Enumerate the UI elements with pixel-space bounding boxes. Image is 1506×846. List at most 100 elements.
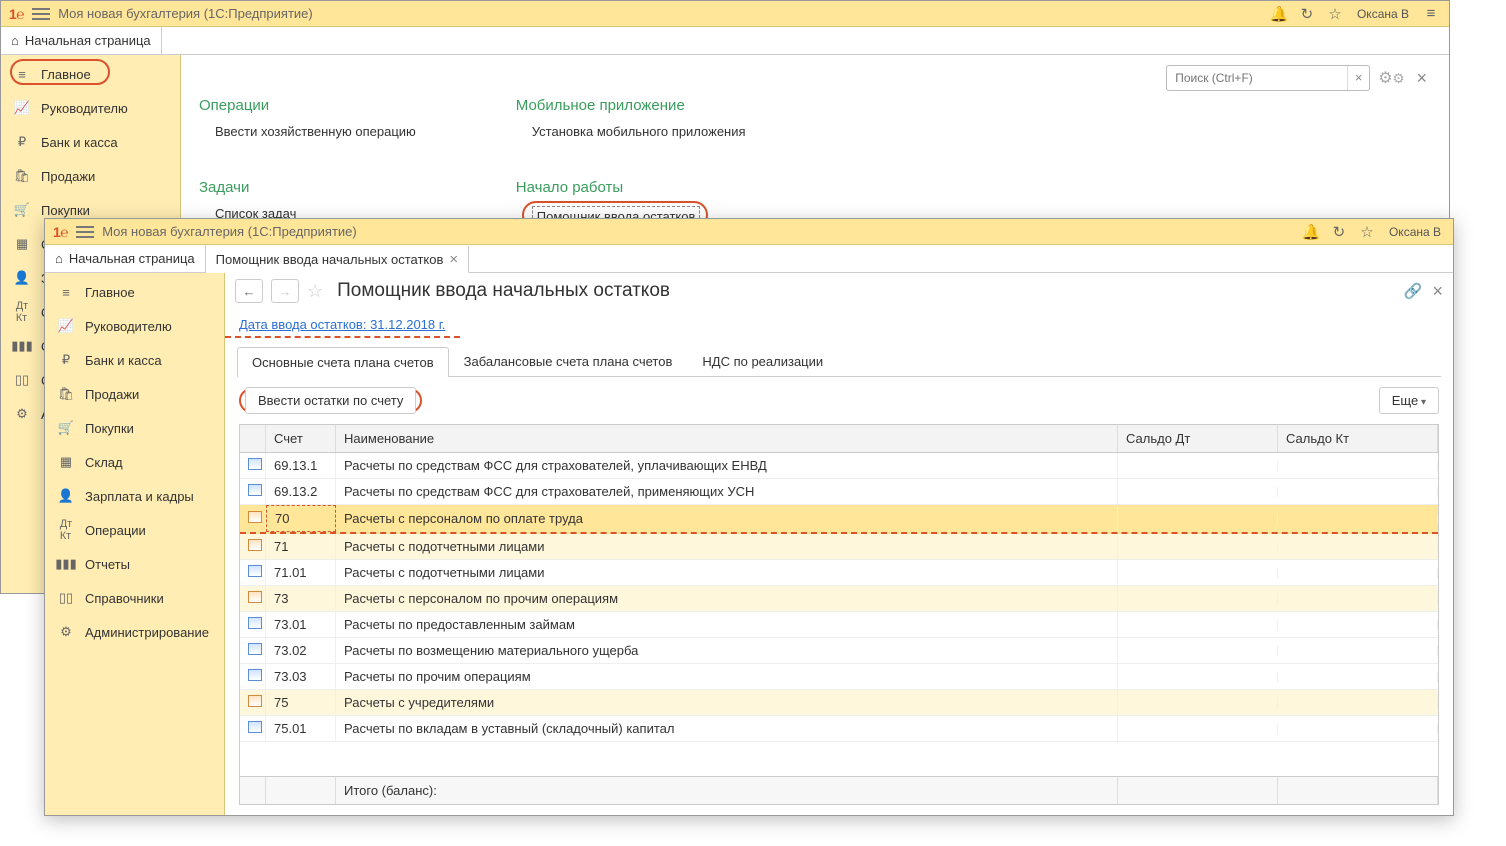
highlight-ring: Ввести остатки по счету	[239, 388, 422, 413]
link-mobile-install[interactable]: Установка мобильного приложения	[516, 124, 746, 139]
table-row[interactable]: 71Расчеты с подотчетными лицами	[240, 534, 1438, 560]
inner-tab-nds[interactable]: НДС по реализации	[687, 346, 838, 376]
history-icon[interactable]: ↻	[1329, 222, 1349, 242]
col-saldo-dt[interactable]: Сальдо Дт	[1118, 425, 1278, 452]
sidebar-item-glavnoe[interactable]: ≡ Главное	[1, 57, 180, 91]
inner-tabs: Основные счета плана счетов Забалансовые…	[237, 346, 1441, 377]
tab-home[interactable]: ⌂ Начальная страница	[45, 245, 206, 272]
cell-kt	[1278, 646, 1438, 656]
table-row[interactable]: 73Расчеты с персоналом по прочим операци…	[240, 586, 1438, 612]
sidebar-item-bank[interactable]: ₽ Банк и касса	[1, 125, 180, 159]
close-icon[interactable]: ×	[1412, 68, 1431, 89]
books-icon: ▯▯	[57, 589, 75, 607]
cell-dt	[1118, 646, 1278, 656]
search-input[interactable]	[1167, 71, 1347, 85]
cell-code: 71	[266, 534, 336, 559]
cart-icon: 🛒	[57, 419, 75, 437]
bars-icon: ▮▮▮	[13, 337, 31, 355]
cell-name: Расчеты с подотчетными лицами	[336, 560, 1118, 585]
cell-dt	[1118, 542, 1278, 552]
table-row[interactable]: 73.01Расчеты по предоставленным займам	[240, 612, 1438, 638]
cell-code: 73	[266, 586, 336, 611]
more-button[interactable]: Еще	[1379, 387, 1439, 414]
account-icon	[248, 695, 262, 707]
bell-icon[interactable]: 🔔	[1269, 4, 1289, 24]
cell-code: 69.13.1	[266, 453, 336, 478]
cell-dt	[1118, 620, 1278, 630]
cell-code: 73.02	[266, 638, 336, 663]
dtkt-icon: ДтКт	[13, 303, 31, 321]
cell-name: Расчеты с учредителями	[336, 690, 1118, 715]
tab-assistant[interactable]: Помощник ввода начальных остатков ×	[206, 246, 470, 273]
inner-tab-offbalance[interactable]: Забалансовые счета плана счетов	[449, 346, 688, 376]
star-icon[interactable]: ☆	[1325, 4, 1345, 24]
sidebar-item-glavnoe[interactable]: ≡Главное	[45, 275, 224, 309]
star-icon[interactable]: ☆	[1357, 222, 1377, 242]
enter-balance-button[interactable]: Ввести остатки по счету	[245, 387, 416, 414]
table-row[interactable]: 69.13.2Расчеты по средствам ФСС для стра…	[240, 479, 1438, 505]
inner-tab-main[interactable]: Основные счета плана счетов	[237, 347, 449, 377]
table-row[interactable]: 75.01Расчеты по вкладам в уставный (скла…	[240, 716, 1438, 742]
cell-name: Расчеты с персоналом по оплате труда	[336, 506, 1118, 531]
tab-close-icon[interactable]: ×	[449, 251, 458, 268]
menu-lines-icon: ≡	[13, 65, 31, 83]
cell-code: 73.03	[266, 664, 336, 689]
sidebar-item-operacii[interactable]: ДтКтОперации	[45, 513, 224, 547]
section-mobile-title: Мобильное приложение	[516, 97, 746, 114]
nav-back-button[interactable]: ←	[235, 279, 263, 303]
history-icon[interactable]: ↻	[1297, 4, 1317, 24]
link-icon[interactable]: 🔗	[1404, 282, 1423, 300]
user-menu-icon[interactable]: ≡	[1421, 4, 1441, 24]
sidebar-item-admin[interactable]: ⚙Администрирование	[45, 615, 224, 649]
link-vvesti-operaciyu[interactable]: Ввести хозяйственную операцию	[199, 124, 416, 139]
cell-dt	[1118, 568, 1278, 578]
sidebar-item-rukovoditelyu[interactable]: 📈 Руководителю	[1, 91, 180, 125]
cell-code: 71.01	[266, 560, 336, 585]
table-footer: Итого (баланс):	[240, 776, 1438, 804]
table-row[interactable]: 69.13.1Расчеты по средствам ФСС для стра…	[240, 453, 1438, 479]
cell-dt	[1118, 724, 1278, 734]
cell-kt	[1278, 672, 1438, 682]
nav-forward-button[interactable]: →	[271, 279, 299, 303]
section-nachalo-title: Начало работы	[516, 179, 746, 196]
cell-code: 73.01	[266, 612, 336, 637]
bell-icon[interactable]: 🔔	[1301, 222, 1321, 242]
cell-kt	[1278, 568, 1438, 578]
search-clear-icon[interactable]: ×	[1347, 66, 1369, 90]
tab-home[interactable]: ⌂ Начальная страница	[1, 27, 162, 54]
table-row[interactable]: 71.01Расчеты с подотчетными лицами	[240, 560, 1438, 586]
table-row[interactable]: 70Расчеты с персоналом по оплате труда	[240, 505, 1438, 534]
col-name[interactable]: Наименование	[336, 425, 1118, 452]
cell-name: Расчеты по средствам ФСС для страховател…	[336, 453, 1118, 478]
sidebar-item-zarplata[interactable]: 👤Зарплата и кадры	[45, 479, 224, 513]
chart-icon: 📈	[57, 317, 75, 335]
menu-icon[interactable]	[32, 8, 50, 20]
cell-code: 75	[266, 690, 336, 715]
table-row[interactable]: 75Расчеты с учредителями	[240, 690, 1438, 716]
page-title: Помощник ввода начальных остатков	[337, 280, 670, 302]
table-row[interactable]: 73.02Расчеты по возмещению материального…	[240, 638, 1438, 664]
menu-icon[interactable]	[76, 226, 94, 238]
bag-icon: 🛍	[57, 385, 75, 403]
user-label[interactable]: Оксана В	[1353, 7, 1413, 21]
sidebar-item-rukovoditelyu[interactable]: 📈Руководителю	[45, 309, 224, 343]
sidebar-item-pokupki[interactable]: 🛒Покупки	[45, 411, 224, 445]
user-label[interactable]: Оксана В	[1385, 225, 1445, 239]
sidebar-item-bank[interactable]: ₽Банк и касса	[45, 343, 224, 377]
logo-1c: 1℮	[53, 224, 68, 240]
sidebar: ≡Главное 📈Руководителю ₽Банк и касса 🛍Пр…	[45, 273, 225, 815]
sidebar-item-prodazhi[interactable]: 🛍Продажи	[45, 377, 224, 411]
close-icon[interactable]: ×	[1432, 281, 1443, 302]
sidebar-item-prodazhi[interactable]: 🛍 Продажи	[1, 159, 180, 193]
sidebar-item-sklad[interactable]: ▦Склад	[45, 445, 224, 479]
col-saldo-kt[interactable]: Сальдо Кт	[1278, 425, 1438, 452]
tab-home-label: Начальная страница	[69, 251, 195, 266]
sidebar-item-otchety[interactable]: ▮▮▮Отчеты	[45, 547, 224, 581]
settings-icon[interactable]: ⚙⚙	[1378, 68, 1404, 88]
table-row[interactable]: 73.03Расчеты по прочим операциям	[240, 664, 1438, 690]
col-schet[interactable]: Счет	[266, 425, 336, 452]
favorite-icon[interactable]: ☆	[307, 281, 323, 302]
date-link[interactable]: Дата ввода остатков: 31.12.2018 г.	[225, 309, 460, 338]
cell-name: Расчеты с персоналом по прочим операциям	[336, 586, 1118, 611]
sidebar-item-spravochniki[interactable]: ▯▯Справочники	[45, 581, 224, 615]
